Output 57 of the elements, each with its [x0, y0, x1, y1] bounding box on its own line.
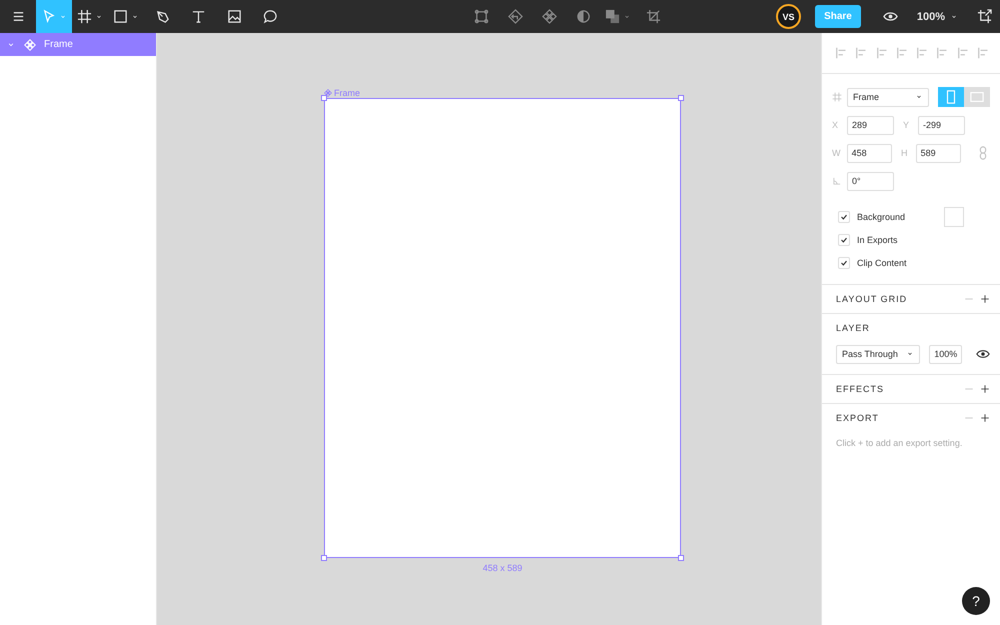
checkbox-label: In Exports: [857, 234, 899, 244]
text-icon: [190, 9, 206, 24]
section-title: EXPORT: [836, 413, 879, 423]
checkbox[interactable]: [838, 256, 850, 268]
angle-icon: [832, 176, 842, 186]
color-swatch[interactable]: [944, 206, 964, 226]
frame-size-label: 458 x 589: [482, 563, 524, 573]
number-field[interactable]: 589: [916, 144, 961, 162]
resize-handle[interactable]: [678, 555, 684, 561]
field-label: W: [832, 148, 842, 158]
plus-icon[interactable]: [980, 413, 990, 423]
portrait-icon: [944, 90, 958, 104]
opacity-field[interactable]: 100%: [929, 344, 962, 364]
section-title: LAYOUT GRID: [836, 294, 908, 304]
zoom-dropdown[interactable]: 100%: [912, 0, 962, 33]
frame-icon: [832, 92, 842, 102]
frame-selection-icon: [474, 9, 489, 24]
number-field[interactable]: -299: [918, 116, 965, 134]
diamond-arrow-icon: [508, 9, 523, 24]
pen-nib-icon: [154, 9, 170, 24]
section-title: LAYER: [836, 323, 870, 333]
square-icon: [113, 9, 128, 24]
half-circle-icon: [576, 9, 591, 24]
component-icon: [542, 9, 557, 24]
frame-preset-dropdown[interactable]: Frame: [847, 88, 929, 106]
landscape-icon: [970, 90, 984, 104]
number-field[interactable]: 289: [847, 116, 894, 134]
component-icon: [24, 38, 36, 50]
checkbox-label: Clip Content: [857, 258, 908, 268]
crop-icon: [646, 9, 661, 24]
cursor-icon: [41, 9, 56, 24]
overlapping-squares-icon: [605, 9, 620, 24]
speech-bubble-icon: [262, 9, 278, 24]
frame-name: Frame: [334, 88, 360, 98]
resize-handle[interactable]: [321, 95, 327, 101]
field-label: X: [832, 120, 840, 130]
eye-icon[interactable]: [976, 347, 990, 361]
blend-mode-dropdown[interactable]: Pass Through: [836, 344, 920, 364]
checkbox[interactable]: [838, 234, 850, 246]
export-hint: Click + to add an export setting.: [836, 437, 964, 450]
image-icon: [226, 9, 242, 24]
checkbox-label: Background: [857, 212, 906, 222]
layer-name: Frame: [44, 39, 73, 50]
field-label: H: [901, 148, 908, 158]
resize-frame-icon: [976, 9, 992, 24]
frame-icon: [77, 9, 92, 24]
plus-icon[interactable]: [980, 384, 990, 394]
rotation-field[interactable]: 0°: [847, 172, 894, 190]
component-icon: [324, 88, 332, 96]
resize-handle[interactable]: [678, 95, 684, 101]
section-title: EFFECTS: [836, 384, 884, 394]
user-avatar[interactable]: VS: [776, 4, 802, 29]
plus-icon[interactable]: [980, 294, 990, 304]
number-field[interactable]: 458: [846, 144, 892, 162]
checkbox[interactable]: [838, 210, 850, 222]
resize-handle[interactable]: [321, 555, 327, 561]
field-label: Y: [903, 120, 910, 130]
